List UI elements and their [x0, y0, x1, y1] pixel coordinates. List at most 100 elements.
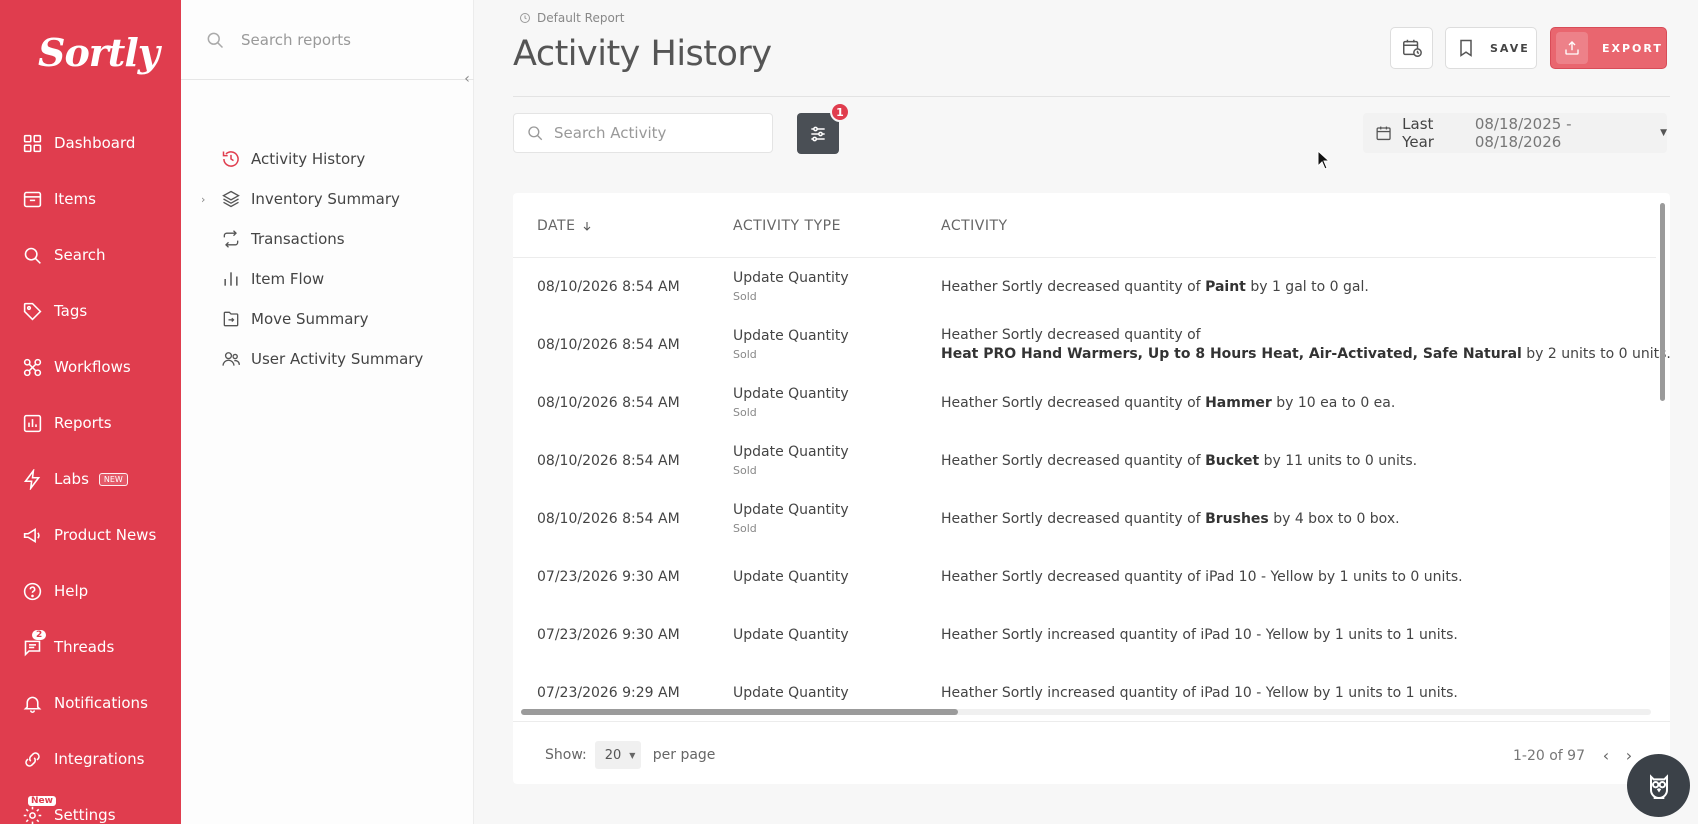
help-chat-button[interactable]: [1627, 754, 1690, 817]
bar-chart-icon: [224, 272, 238, 286]
report-item-transactions[interactable]: Transactions: [181, 222, 474, 256]
clock-icon: [520, 13, 530, 23]
cell-activity-type: Update Quantity: [733, 569, 849, 585]
footer-divider: [513, 721, 1670, 722]
activity-item-link[interactable]: Hammer: [1205, 395, 1272, 411]
table-row[interactable]: 07/23/2026 9:30 AM Update Quantity Heath…: [513, 606, 1656, 664]
table-header: DATE ACTIVITY TYPE ACTIVITY: [513, 193, 1656, 258]
column-label: DATE: [537, 218, 576, 234]
table-row[interactable]: 08/10/2026 8:54 AM Update Quantity Sold …: [513, 490, 1656, 548]
sliders-icon: [811, 126, 825, 141]
table-row[interactable]: 08/10/2026 8:54 AM Update Quantity Sold …: [513, 374, 1656, 432]
activity-text: Heather Sortly decreased quantity of: [941, 511, 1206, 527]
activity-search-input[interactable]: [554, 124, 764, 142]
activity-item-link[interactable]: Paint: [1205, 279, 1246, 295]
tag-icon: [23, 302, 42, 320]
table-row[interactable]: 07/23/2026 9:30 AM Update Quantity Heath…: [513, 548, 1656, 606]
show-label: Show:: [545, 747, 587, 763]
search-icon: [528, 126, 543, 141]
prev-page-button[interactable]: ‹: [1597, 745, 1615, 765]
activity-table: DATE ACTIVITY TYPE ACTIVITY 08/10/2026 8…: [513, 193, 1671, 784]
column-label: ACTIVITY TYPE: [733, 218, 841, 234]
bookmark-icon: [1460, 39, 1472, 57]
nav-item-settings[interactable]: New Settings: [0, 795, 181, 824]
cell-activity-type: Update Quantity: [733, 627, 849, 643]
report-item-activity-history[interactable]: Activity History: [181, 142, 474, 176]
report-label: Move Summary: [251, 310, 369, 328]
save-label: SAVE: [1490, 41, 1530, 55]
help-icon: [23, 582, 42, 600]
nav-item-dashboard[interactable]: Dashboard: [0, 123, 181, 163]
column-header-date[interactable]: DATE: [537, 218, 593, 234]
activity-item-link[interactable]: Heat PRO Hand Warmers, Up to 8 Hours Hea…: [941, 346, 1522, 362]
transactions-icon: [223, 230, 239, 248]
export-button[interactable]: EXPORT: [1550, 27, 1667, 69]
cell-activity-type: Update Quantity: [733, 386, 849, 402]
per-page-label: per page: [652, 747, 716, 763]
column-header-activity-type[interactable]: ACTIVITY TYPE: [733, 218, 841, 234]
reports-search-input[interactable]: [241, 30, 461, 49]
owl-icon: [1649, 773, 1668, 799]
report-item-user-activity-summary[interactable]: User Activity Summary: [181, 342, 474, 376]
page-range: 1-20 of 97: [1513, 748, 1585, 764]
nav-label: Search: [54, 246, 106, 264]
table-row[interactable]: 08/10/2026 8:54 AM Update Quantity Sold …: [513, 432, 1656, 490]
report-item-inventory-summary[interactable]: › Inventory Summary: [181, 182, 474, 216]
report-label: Activity History: [251, 150, 366, 168]
move-icon: [223, 311, 239, 327]
nav-label: Dashboard: [54, 134, 136, 152]
nav-item-integrations[interactable]: Integrations: [0, 739, 181, 779]
breadcrumb[interactable]: Default Report: [519, 11, 624, 25]
cell-activity-subtype: Sold: [733, 290, 757, 303]
calendar-clock-icon: [1402, 39, 1422, 57]
column-header-activity[interactable]: ACTIVITY: [941, 218, 1008, 234]
next-page-button[interactable]: ›: [1620, 745, 1638, 765]
nav-item-notifications[interactable]: Notifications: [0, 683, 181, 723]
report-item-item-flow[interactable]: Item Flow: [181, 262, 474, 296]
reports-icon: [23, 414, 42, 432]
reports-sidebar: ‹ Activity History › Inventory Summary T…: [181, 0, 474, 824]
cell-activity-type: Update Quantity: [733, 270, 849, 286]
nav-item-product-news[interactable]: Product News: [0, 515, 181, 555]
horizontal-scrollbar[interactable]: [521, 709, 958, 715]
date-range-value: 08/18/2025 - 08/18/2026: [1474, 115, 1572, 151]
nav-label: Threads: [54, 638, 115, 656]
sortly-logo[interactable]: Sortly: [38, 30, 160, 75]
cell-activity: Heather Sortly decreased quantity of Bru…: [941, 510, 1400, 529]
per-page-select[interactable]: 20 ▼: [594, 741, 641, 769]
activity-text: Heather Sortly decreased quantity of: [941, 279, 1206, 295]
activity-item-link[interactable]: Bucket: [1205, 453, 1259, 469]
activity-item-link[interactable]: Brushes: [1205, 511, 1269, 527]
nav-item-search[interactable]: Search: [0, 235, 181, 275]
schedule-report-button[interactable]: [1390, 27, 1433, 69]
upload-icon: [1556, 32, 1588, 64]
report-label: User Activity Summary: [251, 350, 424, 368]
cell-activity-type: Update Quantity: [733, 444, 849, 460]
vertical-scrollbar[interactable]: [1660, 203, 1665, 401]
chevron-right-icon[interactable]: ›: [201, 193, 205, 206]
new-badge: New: [28, 796, 56, 806]
report-label: Item Flow: [251, 270, 325, 288]
date-range-picker[interactable]: Last Year 08/18/2025 - 08/18/2026 ▼: [1363, 113, 1667, 153]
table-row[interactable]: 08/10/2026 8:54 AM Update Quantity Sold …: [513, 258, 1656, 316]
nav-label: Notifications: [54, 694, 148, 712]
cell-activity-subtype: Sold: [733, 406, 757, 419]
filter-count-badge: 1: [830, 102, 850, 122]
report-item-move-summary[interactable]: Move Summary: [181, 302, 474, 336]
table-row[interactable]: 08/10/2026 8:54 AM Update Quantity Sold …: [513, 316, 1671, 374]
nav-item-tags[interactable]: Tags: [0, 291, 181, 331]
collapse-sidebar-icon[interactable]: ‹: [460, 70, 474, 88]
activity-text: by 11 units to 0 units.: [1259, 453, 1418, 469]
nav-item-workflows[interactable]: Workflows: [0, 347, 181, 387]
cell-date: 08/10/2026 8:54 AM: [537, 453, 680, 469]
nav-item-reports[interactable]: Reports: [0, 403, 181, 443]
nav-item-help[interactable]: Help: [0, 571, 181, 611]
date-preset-label: Last Year: [1402, 115, 1434, 151]
cell-date: 08/10/2026 8:54 AM: [537, 511, 680, 527]
save-button[interactable]: SAVE: [1445, 27, 1537, 69]
nav-item-labs[interactable]: Labs NEW: [0, 459, 181, 499]
layers-icon: [222, 190, 240, 208]
nav-item-threads[interactable]: 2 Threads: [0, 627, 181, 667]
nav-item-items[interactable]: Items: [0, 179, 181, 219]
cell-activity-subtype: Sold: [733, 464, 757, 477]
